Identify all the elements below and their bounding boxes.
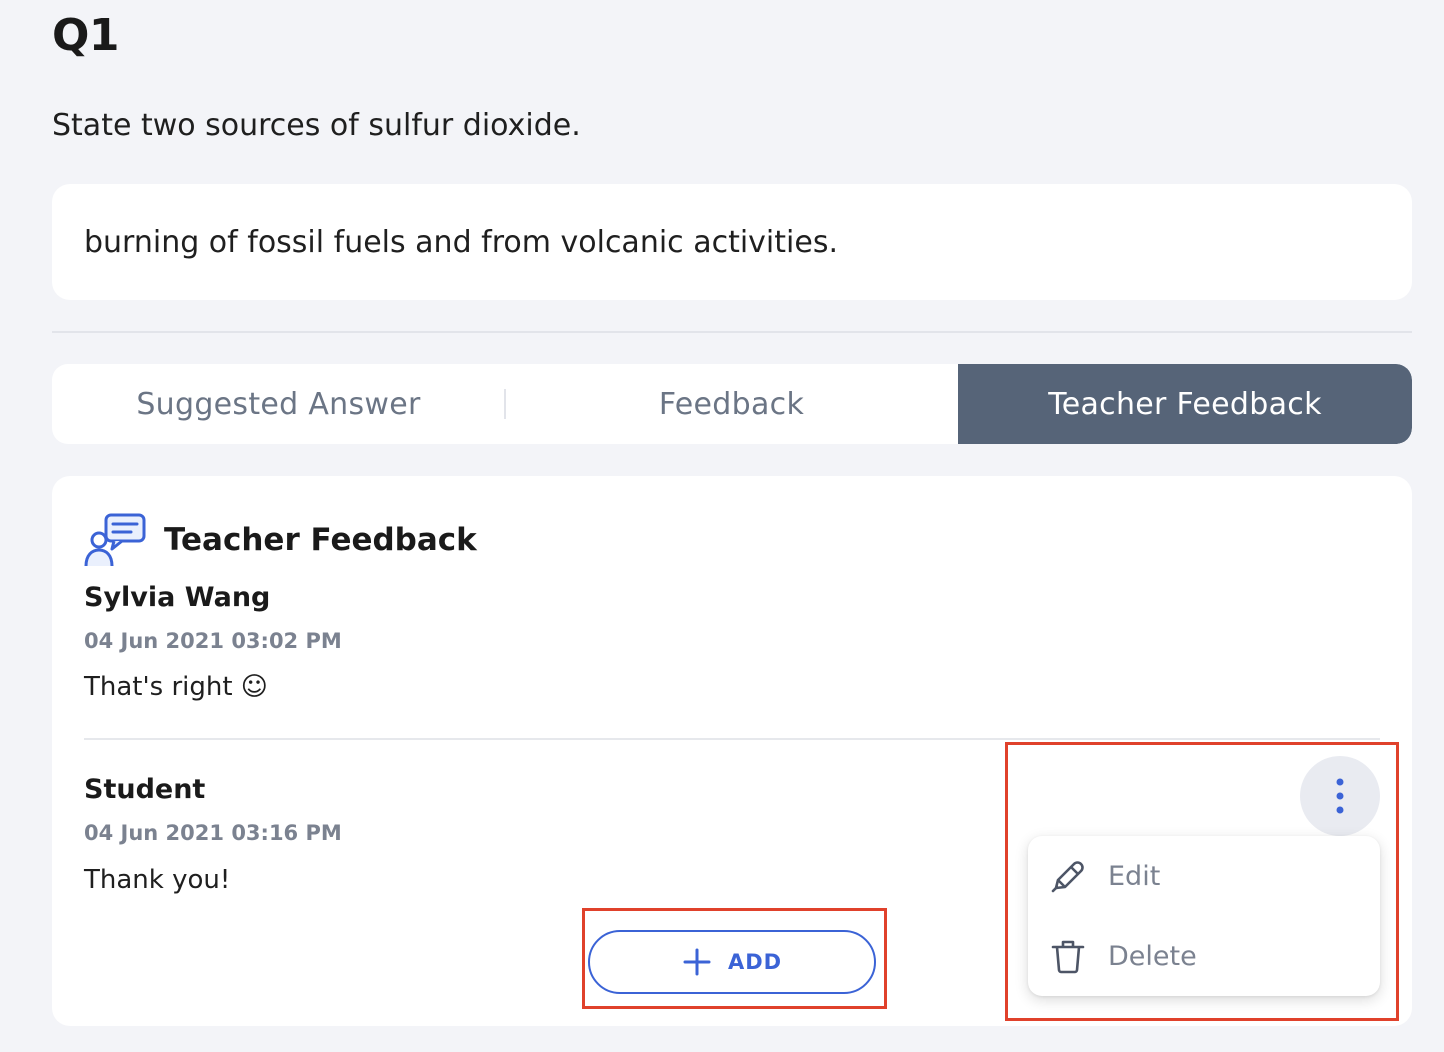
options-menu: Edit Delete [1028,836,1380,996]
pencil-icon [1051,861,1084,893]
menu-item-edit-label: Edit [1108,860,1161,892]
reply-author: Student [84,774,206,805]
feedback-author: Sylvia Wang [84,582,271,613]
feedback-timestamp: 04 Jun 2021 03:02 PM [84,629,342,653]
student-answer-text: burning of fossil fuels and from volcani… [84,224,838,260]
answer-tabs: Suggested Answer Feedback Teacher Feedba… [52,364,1412,444]
plus-icon [683,948,711,976]
student-answer-box: burning of fossil fuels and from volcani… [52,184,1412,300]
tab-feedback[interactable]: Feedback [505,364,958,444]
entry-divider [84,738,1380,740]
card-header: Teacher Feedback [84,512,477,568]
add-feedback-button[interactable]: ADD [588,930,876,994]
question-number: Q1 [52,10,120,61]
page: Q1 State two sources of sulfur dioxide. … [0,0,1444,1052]
feedback-message: That's right ☺ [84,672,268,702]
menu-item-delete-label: Delete [1108,940,1197,972]
tab-teacher-feedback[interactable]: Teacher Feedback [958,364,1412,444]
menu-item-delete[interactable]: Delete [1028,916,1380,996]
trash-icon [1051,940,1085,974]
more-options-button[interactable] [1300,756,1380,836]
kebab-menu-icon [1336,778,1344,814]
chat-teacher-icon [84,513,146,567]
menu-item-edit[interactable]: Edit [1028,836,1380,916]
reply-message: Thank you! [84,865,231,895]
reply-timestamp: 04 Jun 2021 03:16 PM [84,821,342,845]
card-title: Teacher Feedback [164,522,477,558]
add-button-label: ADD [727,950,783,974]
section-divider [52,331,1412,333]
tab-suggested-answer[interactable]: Suggested Answer [52,364,506,444]
question-prompt: State two sources of sulfur dioxide. [52,108,581,143]
